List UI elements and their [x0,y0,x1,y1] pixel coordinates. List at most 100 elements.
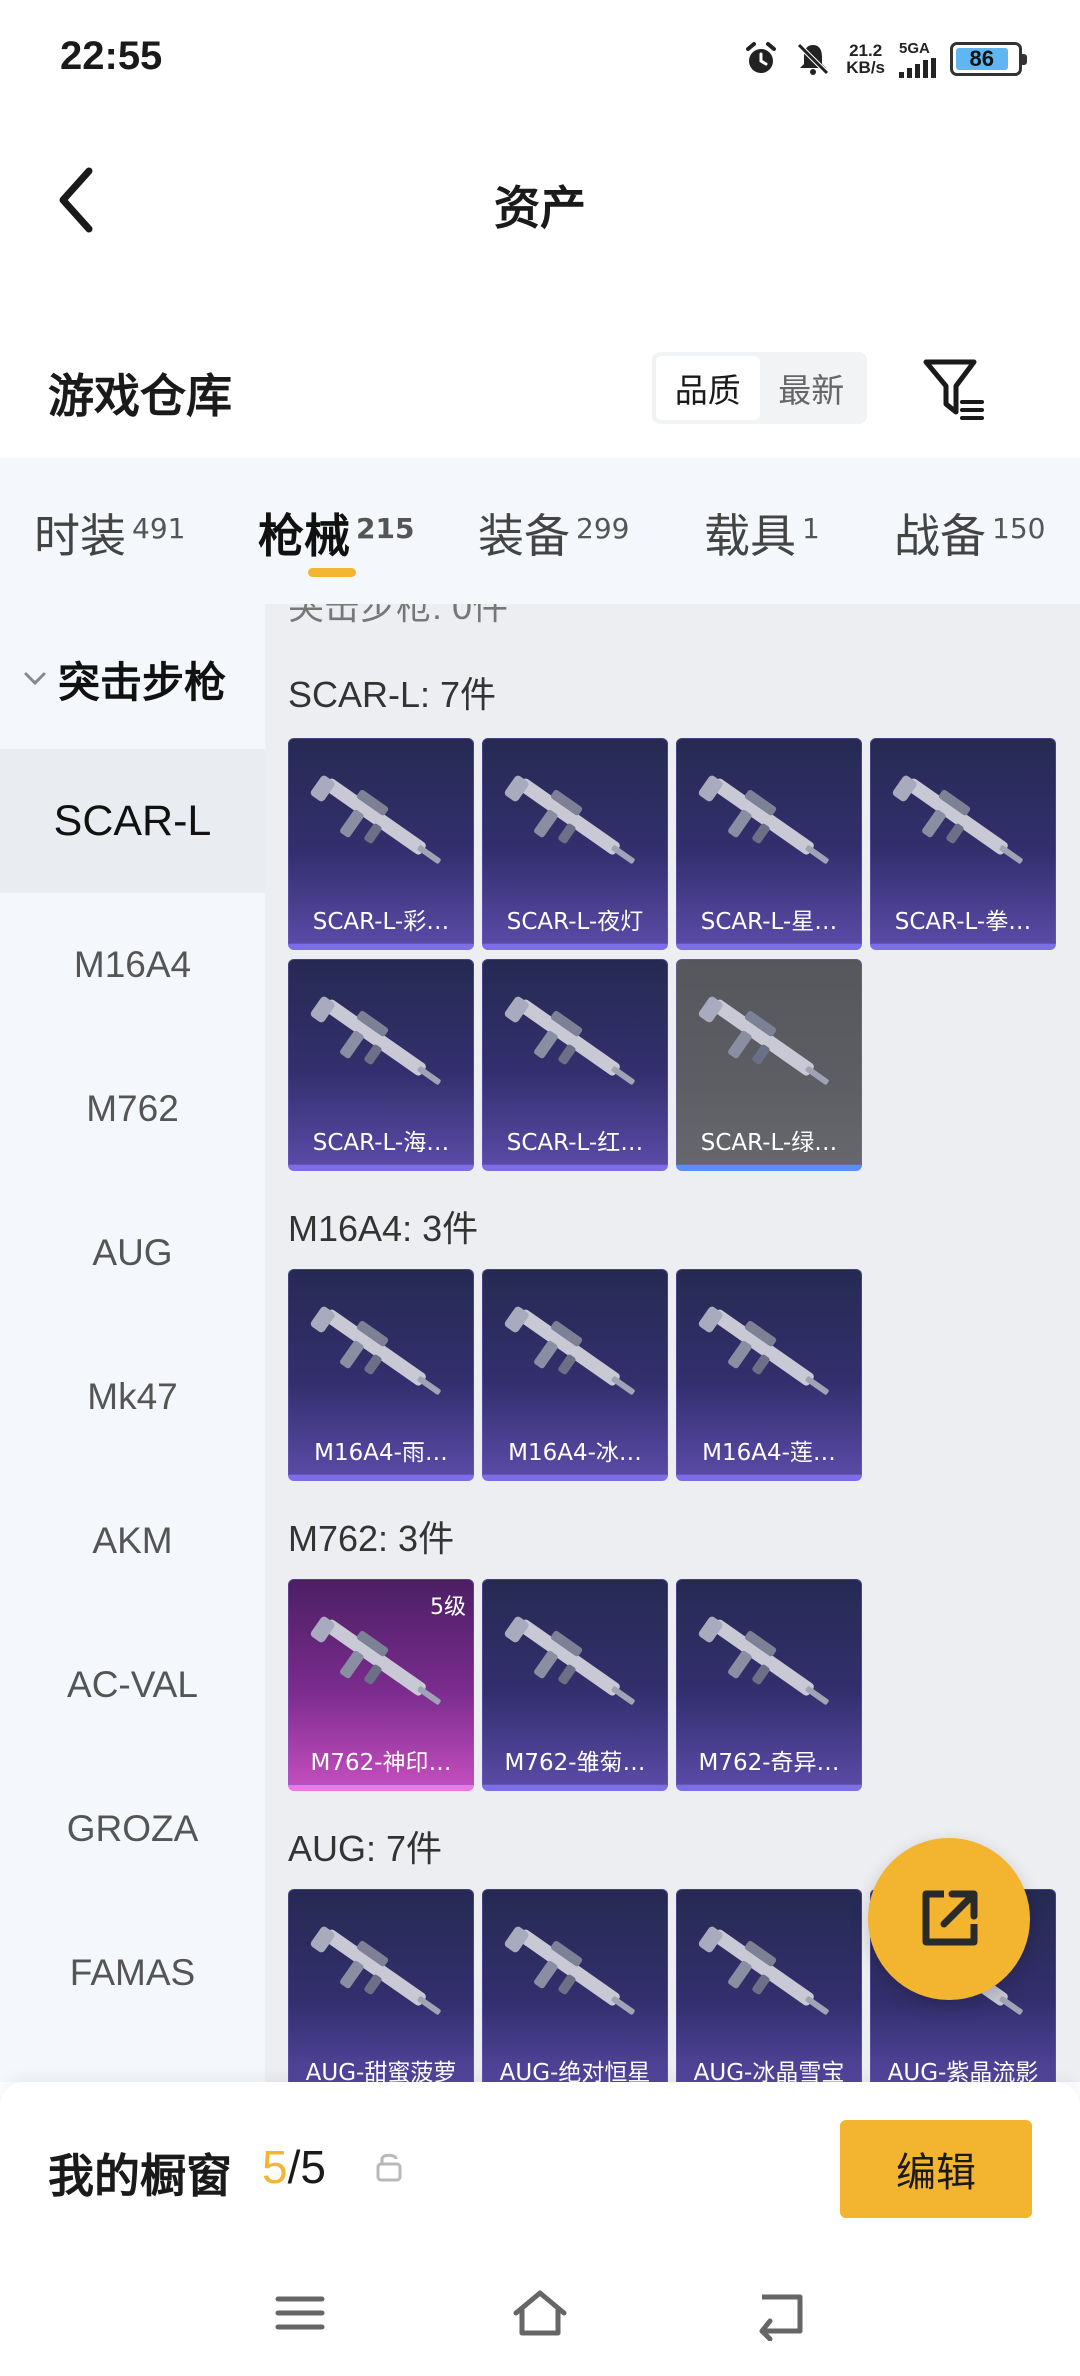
rifle-icon [698,775,829,864]
section-header-m16a4: M16A4: 3件 [288,1208,479,1249]
rifle-icon [504,1616,635,1705]
sort-option-newest[interactable]: 最新 [760,356,864,420]
rifle-icon [504,1926,635,2015]
sidebar-item-m762[interactable]: M762 [0,1037,265,1181]
showcase-bar: 我的橱窗 5/5 编辑 [0,2082,1080,2257]
tab-supplies[interactable]: 战备 150 [894,500,1045,566]
warehouse-title: 游戏仓库 [48,369,232,423]
weapon-name: M16A4-莲… [702,1440,836,1466]
weapon-name: SCAR-L-星… [700,909,838,935]
net-speed: 21.2 KB/s [846,42,885,76]
weapon-name: SCAR-L-彩… [312,909,450,935]
tab-equipment[interactable]: 装备 299 [478,500,629,566]
share-button[interactable] [868,1838,1030,2000]
alarm-icon [746,42,777,73]
weapon-card[interactable]: AUG-绝对恒星 [482,1889,668,2082]
system-nav-bar [0,2257,1080,2376]
weapon-card[interactable]: AUG-冰晶雪宝 [676,1889,862,2082]
battery-level: 86 [956,46,1008,71]
showcase-title: 我的橱窗 [48,2149,232,2203]
weapon-card[interactable]: SCAR-L-彩… [288,738,474,950]
sidebar-item-scar-l[interactable]: SCAR-L [0,749,265,893]
weapon-card[interactable]: SCAR-L-海… [288,959,474,1171]
page-title: 资产 [494,181,586,235]
weapon-name: M762-雏菊… [504,1750,646,1776]
weapon-name: M16A4-雨… [314,1440,448,1466]
weapon-card[interactable]: 5级 M762-神印… [288,1579,474,1791]
weapon-card[interactable]: SCAR-L-红… [482,959,668,1171]
section-header-partial: 突击步枪: 0件 [288,604,509,627]
weapon-name: AUG-冰晶雪宝 [693,2060,845,2082]
weapon-card[interactable]: AUG-甜蜜菠萝 [288,1889,474,2082]
status-icons: 21.2 KB/s 5GA 86 [742,36,1027,82]
sidebar-group-assault-rifles[interactable]: 突击步枪 [0,644,265,714]
weapon-card[interactable]: M16A4-莲… [676,1269,862,1481]
weapon-name: M762-神印… [310,1750,452,1776]
rifle-icon [504,996,635,1085]
network-type: 5GA [899,39,930,57]
back-icon[interactable] [750,2285,810,2341]
sidebar-item-aug[interactable]: AUG [0,1181,265,1325]
edit-button[interactable]: 编辑 [840,2120,1032,2218]
weapon-name: M762-奇异… [698,1750,840,1776]
weapon-name: AUG-绝对恒星 [499,2060,651,2082]
weapon-card[interactable]: SCAR-L-星… [676,738,862,950]
weapon-card[interactable]: SCAR-L-夜灯 [482,738,668,950]
tab-vehicles[interactable]: 载具 1 [704,500,820,566]
net-speed-value: 21.2 [849,41,883,60]
weapon-name: M16A4-冰… [508,1440,642,1466]
weapon-card[interactable]: SCAR-L-绿… [676,959,862,1171]
rifle-icon [310,1926,441,2015]
weapon-name: AUG-紫晶流影 [887,2060,1039,2082]
sidebar-item-ac-val[interactable]: AC-VAL [0,1613,265,1757]
rifle-icon [310,775,441,864]
signal-icon: 5GA [899,41,936,78]
weapon-card[interactable]: M762-奇异… [676,1579,862,1791]
weapon-card[interactable]: SCAR-L-拳… [870,738,1056,950]
menu-icon[interactable] [270,2285,330,2341]
status-bar: 22:55 21.2 KB/s 5GA 86 [0,0,1080,120]
filter-icon[interactable] [918,354,990,426]
weapon-card[interactable]: M762-雏菊… [482,1579,668,1791]
rifle-icon [310,996,441,1085]
weapon-name: SCAR-L-绿… [700,1130,838,1156]
rifle-icon [698,1616,829,1705]
section-header-aug: AUG: 7件 [288,1828,443,1869]
sidebar-group-label: 突击步枪 [58,657,227,707]
weapon-name: SCAR-L-拳… [894,909,1032,935]
battery-icon: 86 [950,42,1027,76]
sidebar-item-akm[interactable]: AKM [0,1469,265,1613]
warehouse-header: 游戏仓库 品质 最新 [0,340,1080,460]
net-speed-unit: KB/s [846,58,885,77]
sidebar-item-groza[interactable]: GROZA [0,1757,265,1901]
rifle-icon [504,1306,635,1395]
sidebar-item-m16a4[interactable]: M16A4 [0,893,265,1037]
rifle-icon [310,1306,441,1395]
rifle-icon [698,996,829,1085]
signal-bars [899,57,936,78]
weapon-card[interactable]: M16A4-冰… [482,1269,668,1481]
home-icon[interactable] [510,2285,570,2341]
status-time: 22:55 [60,34,163,78]
sort-option-quality[interactable]: 品质 [656,356,760,420]
top-nav: 资产 [0,120,1080,275]
lock-icon [376,2153,402,2182]
rifle-icon [698,1926,829,2015]
rifle-icon [892,775,1023,864]
sidebar-item-mk47[interactable]: Mk47 [0,1325,265,1469]
rifle-icon [504,775,635,864]
rifle-icon [310,1616,441,1705]
sort-toggle: 品质 最新 [652,352,867,424]
sidebar-item-famas[interactable]: FAMAS [0,1901,265,2045]
weapon-name: SCAR-L-红… [506,1130,644,1156]
tab-fashion[interactable]: 时装 491 [34,500,185,566]
chevron-down-icon [24,672,46,686]
showcase-count: 5/5 [262,2141,326,2193]
weapon-sidebar: 突击步枪 SCAR-L M16A4 M762 AUG Mk47 AKM AC-V… [0,604,265,2082]
weapon-card[interactable]: M16A4-雨… [288,1269,474,1481]
tab-weapons[interactable]: 枪械 215 [258,500,414,566]
share-icon [922,1890,978,1946]
section-header-scar-l: SCAR-L: 7件 [288,674,497,715]
category-tabs: 时装 491 枪械 215 装备 299 载具 1 战备 150 [0,458,1080,604]
mute-icon [797,43,830,75]
